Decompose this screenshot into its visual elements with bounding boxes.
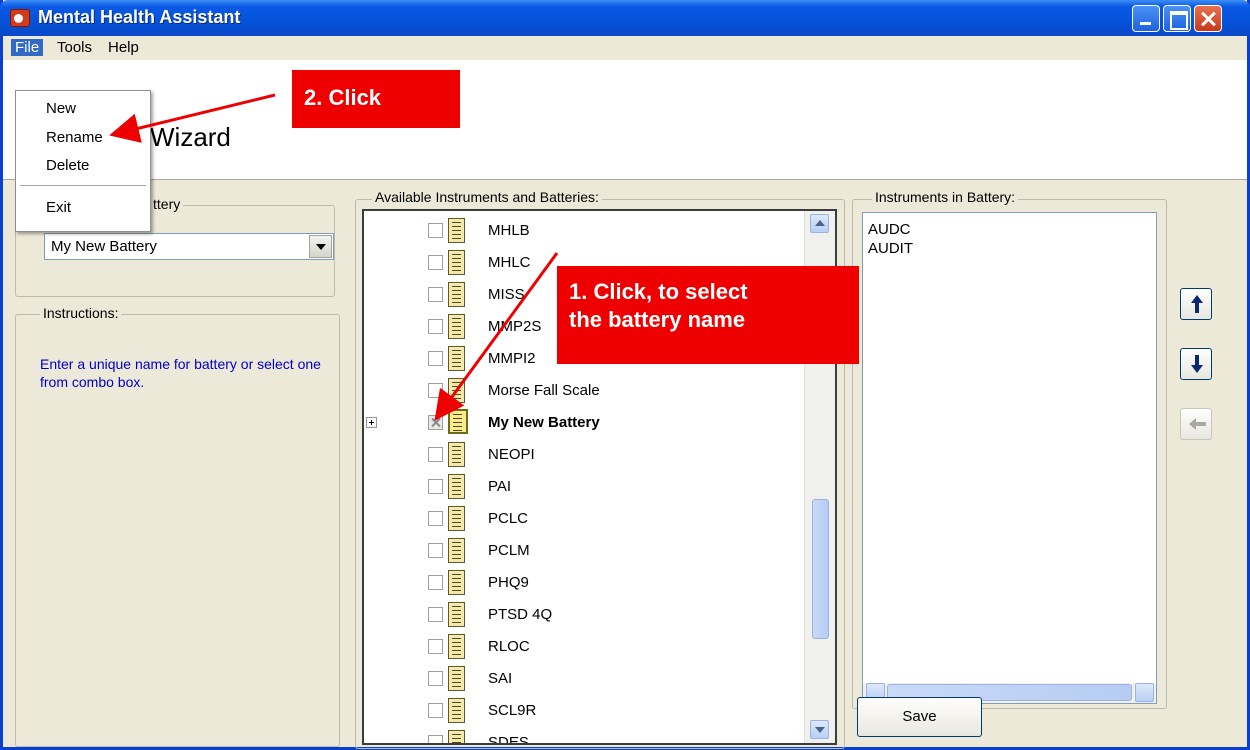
callout-step-1-line1: 1. Click, to select [569,279,748,304]
callout-step-2: 2. Click [292,70,460,128]
arrow-to-rename [109,93,276,143]
arrow-to-battery [434,252,559,421]
callout-step-1: 1. Click, to select the battery name [557,266,859,364]
annotation-arrows [109,93,559,421]
callout-step-1-line2: the battery name [569,307,746,332]
